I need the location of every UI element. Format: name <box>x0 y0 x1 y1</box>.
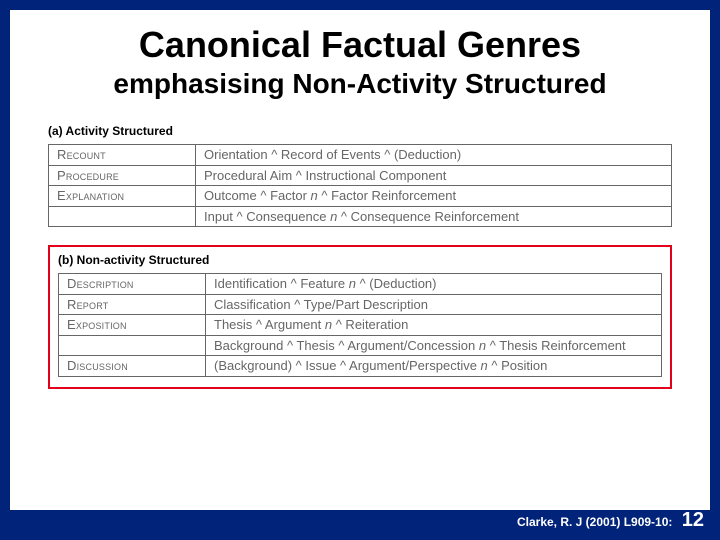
table-row: Procedure Procedural Aim ^ Instructional… <box>49 165 672 186</box>
section-activity-structured: (a) Activity Structured Recount Orientat… <box>48 124 672 227</box>
slide-body: Canonical Factual Genres emphasising Non… <box>10 10 710 510</box>
emphasis-frame: (b) Non-activity Structured Description … <box>48 245 672 389</box>
genre-cell: Discussion <box>59 356 206 377</box>
stages-cell: Procedural Aim ^ Instructional Component <box>196 165 672 186</box>
footer: Clarke, R. J (2001) L909-10: 12 <box>517 509 704 532</box>
table-row: Input ^ Consequence n ^ Consequence Rein… <box>49 206 672 227</box>
stages-cell: Input ^ Consequence n ^ Consequence Rein… <box>196 206 672 227</box>
table-row: Discussion (Background) ^ Issue ^ Argume… <box>59 356 662 377</box>
section-b-label: (b) Non-activity Structured <box>58 253 662 267</box>
section-non-activity-structured: (b) Non-activity Structured Description … <box>48 245 672 389</box>
citation: Clarke, R. J (2001) L909-10: <box>517 515 672 529</box>
page-number: 12 <box>682 509 704 531</box>
slide-subtitle: emphasising Non-Activity Structured <box>20 68 700 100</box>
stages-cell: Identification ^ Feature n ^ (Deduction) <box>206 274 662 295</box>
genre-cell: Procedure <box>49 165 196 186</box>
title-block: Canonical Factual Genres emphasising Non… <box>10 10 710 106</box>
table-row: Explanation Outcome ^ Factor n ^ Factor … <box>49 186 672 207</box>
genre-cell: Exposition <box>59 315 206 336</box>
table-row: Report Classification ^ Type/Part Descri… <box>59 294 662 315</box>
stages-cell: Thesis ^ Argument n ^ Reiteration <box>206 315 662 336</box>
table-b: Description Identification ^ Feature n ^… <box>58 273 662 377</box>
genre-cell: Report <box>59 294 206 315</box>
table-row: Exposition Thesis ^ Argument n ^ Reitera… <box>59 315 662 336</box>
table-row: Recount Orientation ^ Record of Events ^… <box>49 145 672 166</box>
genre-cell: Description <box>59 274 206 295</box>
table-row: Description Identification ^ Feature n ^… <box>59 274 662 295</box>
genre-cell: Explanation <box>49 186 196 207</box>
genre-cell: Recount <box>49 145 196 166</box>
table-row: Background ^ Thesis ^ Argument/Concessio… <box>59 335 662 356</box>
stages-cell: Background ^ Thesis ^ Argument/Concessio… <box>206 335 662 356</box>
table-a: Recount Orientation ^ Record of Events ^… <box>48 144 672 227</box>
slide-title: Canonical Factual Genres <box>20 24 700 66</box>
genre-cell <box>49 206 196 227</box>
stages-cell: Outcome ^ Factor n ^ Factor Reinforcemen… <box>196 186 672 207</box>
section-a-label: (a) Activity Structured <box>48 124 672 138</box>
genre-cell <box>59 335 206 356</box>
stages-cell: Classification ^ Type/Part Description <box>206 294 662 315</box>
stages-cell: Orientation ^ Record of Events ^ (Deduct… <box>196 145 672 166</box>
stages-cell: (Background) ^ Issue ^ Argument/Perspect… <box>206 356 662 377</box>
